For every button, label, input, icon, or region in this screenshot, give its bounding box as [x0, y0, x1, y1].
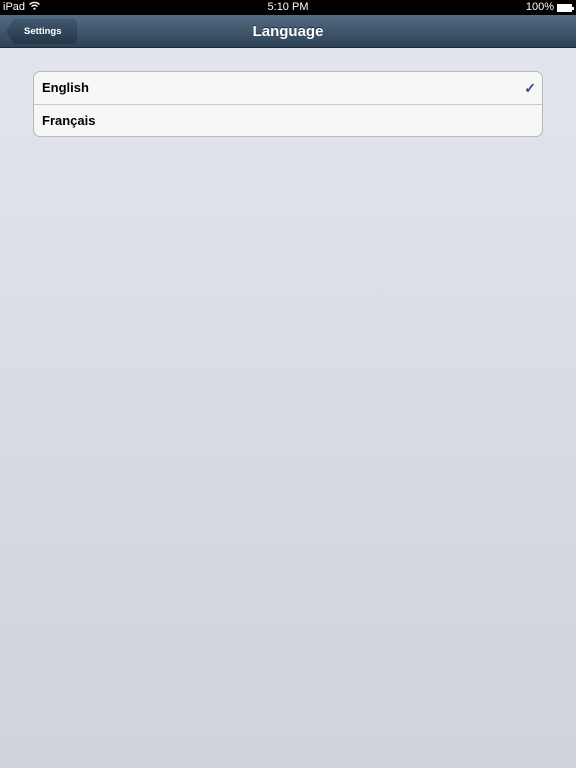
clock: 5:10 PM — [267, 1, 309, 13]
checkmark-icon: ✓ — [524, 80, 536, 96]
option-label: Français — [42, 113, 96, 128]
battery-icon — [557, 3, 574, 12]
language-option-english[interactable]: English ✓ — [34, 72, 542, 104]
page-title: Language — [252, 23, 324, 40]
language-option-francais[interactable]: Français — [34, 104, 542, 136]
language-list: English ✓ Français — [33, 71, 543, 137]
battery-percent: 100% — [525, 1, 554, 13]
navigation-bar: Settings Language — [0, 15, 576, 48]
option-label: English — [42, 80, 89, 95]
status-bar: iPad 5:10 PM 100% — [0, 0, 576, 15]
